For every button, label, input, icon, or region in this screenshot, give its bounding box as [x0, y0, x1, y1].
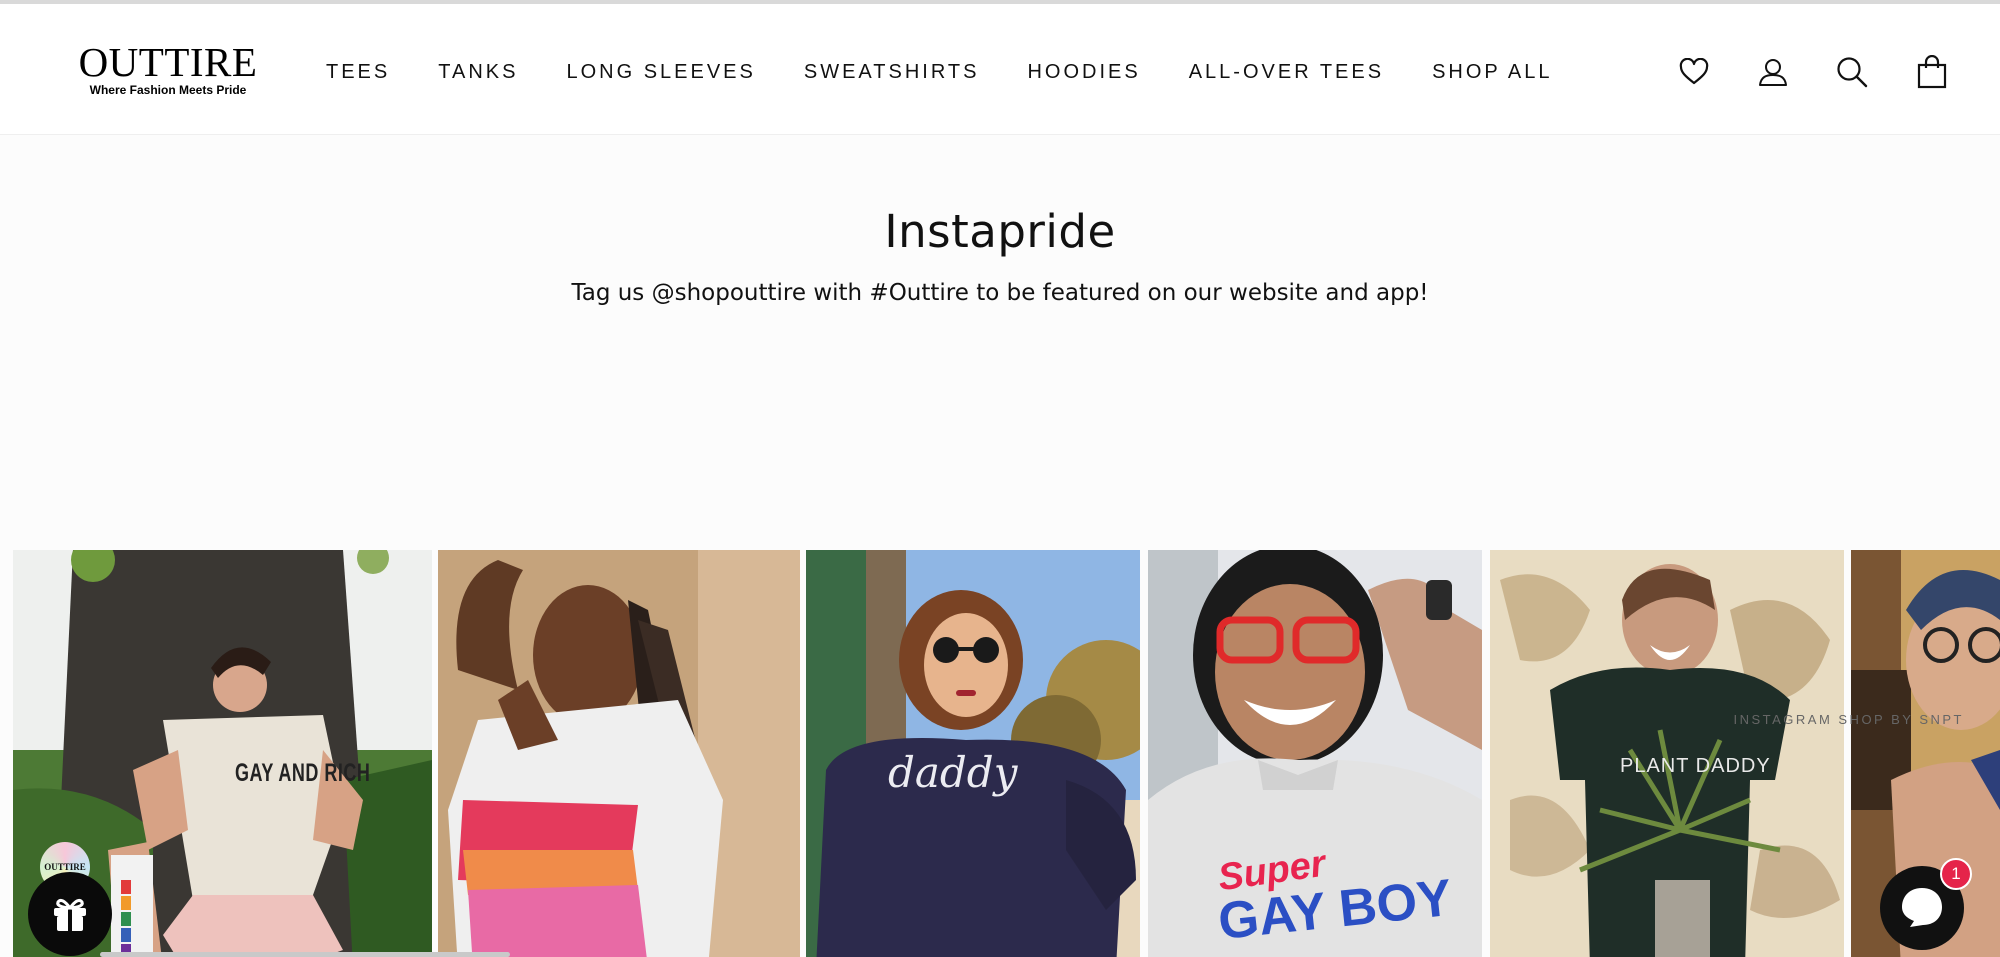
nav-shop-all[interactable]: SHOP ALL: [1432, 57, 1552, 87]
logo-tagline: Where Fashion Meets Pride: [89, 83, 247, 97]
nav-all-over-tees[interactable]: ALL-OVER TEES: [1189, 57, 1384, 87]
instagram-photo[interactable]: [438, 550, 800, 957]
brand-badge-text: OUTTIRE: [44, 862, 86, 872]
nav-tees[interactable]: TEES: [326, 57, 390, 87]
instagram-photo[interactable]: Super GAY BOY: [1148, 550, 1482, 957]
logo[interactable]: OUTTIRE Where Fashion Meets Pride: [68, 40, 268, 97]
instagram-gallery: GAY AND RICH daddy Super GAY BOY PLANT D…: [0, 550, 2000, 957]
logo-wordmark: OUTTIRE: [78, 39, 258, 85]
instagram-shop-credit[interactable]: INSTAGRAM SHOP BY SNPT: [1733, 712, 1964, 727]
main-nav: TEES TANKS LONG SLEEVES SWEATSHIRTS HOOD…: [326, 57, 1552, 87]
cart-icon[interactable]: [1912, 52, 1952, 92]
instagram-photo[interactable]: daddy: [806, 550, 1140, 957]
chat-icon: [1902, 888, 1942, 927]
section-title: Instapride: [884, 205, 1116, 258]
instapride-section: Instapride Tag us @shopouttire with #Out…: [0, 135, 2000, 957]
heart-icon[interactable]: [1674, 52, 1714, 92]
photo-2-image: [438, 550, 800, 957]
gift-icon: [54, 899, 86, 931]
nav-long-sleeves[interactable]: LONG SLEEVES: [566, 57, 755, 87]
section-subtitle: Tag us @shopouttire with #Outtire to be …: [571, 280, 1429, 306]
bottom-scroll-bar: [100, 952, 510, 957]
photo-5-image: [1490, 550, 1844, 957]
photo-3-image: [806, 550, 1140, 957]
instagram-photo[interactable]: PLANT DADDY: [1490, 550, 1844, 957]
site-header: OUTTIRE Where Fashion Meets Pride TEES T…: [0, 4, 2000, 135]
search-icon[interactable]: [1832, 52, 1872, 92]
nav-tanks[interactable]: TANKS: [438, 57, 518, 87]
photo-4-image: [1148, 550, 1482, 957]
account-icon[interactable]: [1753, 52, 1793, 92]
chat-unread-badge: 1: [1940, 858, 1972, 890]
nav-hoodies[interactable]: HOODIES: [1027, 57, 1140, 87]
rewards-button[interactable]: [28, 872, 112, 956]
nav-sweatshirts[interactable]: SWEATSHIRTS: [804, 57, 980, 87]
